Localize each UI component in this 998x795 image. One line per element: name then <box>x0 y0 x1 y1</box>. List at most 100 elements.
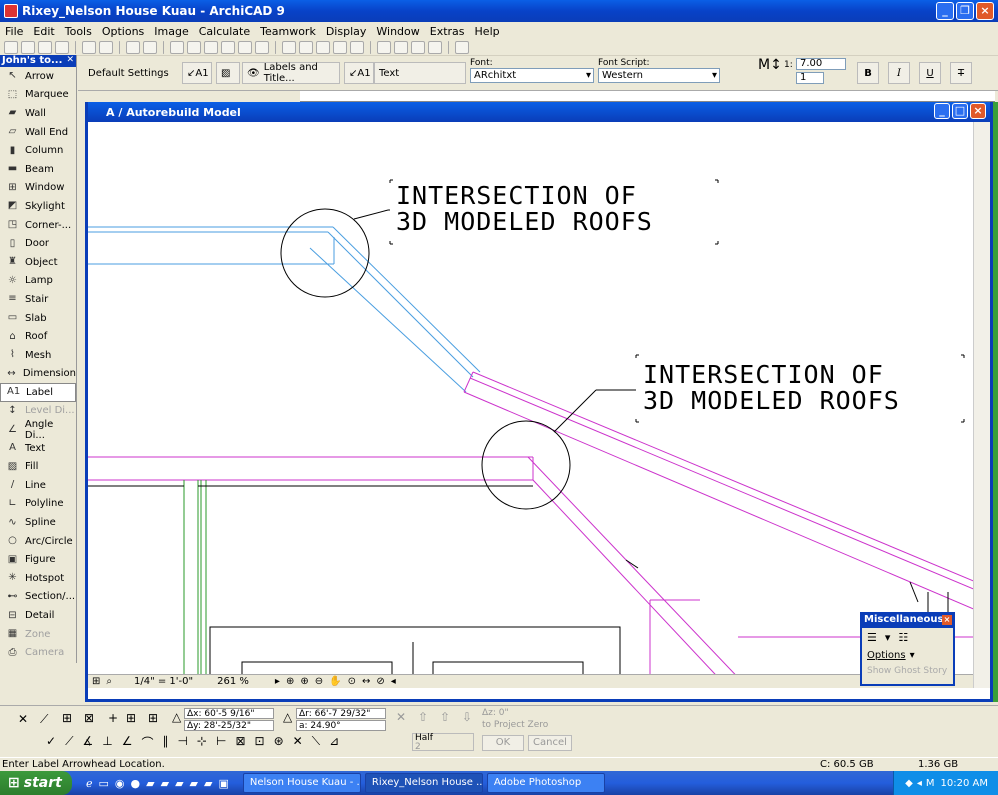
tool-roof[interactable]: ⌂ Roof <box>0 327 76 346</box>
pen-field[interactable]: 1 <box>796 72 824 84</box>
elevation-mid-icon[interactable]: ⇧ <box>440 710 450 724</box>
layout-icon[interactable]: ⊞ <box>92 676 100 687</box>
tool-line[interactable]: / Line <box>0 476 76 495</box>
parallel-icon[interactable]: ∥ <box>162 734 168 751</box>
delta-r-field[interactable]: Δr: 66'-7 29/32" <box>296 708 386 719</box>
tool-arc-circle[interactable]: ○ Arc/Circle <box>0 532 76 551</box>
show-ghost-story-button[interactable]: Show Ghost Story <box>862 664 953 678</box>
delta-x-field[interactable]: Δx: 60'-5 9/16" <box>184 708 274 719</box>
print-icon[interactable] <box>82 41 96 54</box>
tool-window[interactable]: ⊞ Window <box>0 179 76 198</box>
construction-grid-icon[interactable]: ⊞ <box>126 711 136 725</box>
grid-settings-icon[interactable]: ⊠ <box>235 734 245 751</box>
task-nelson-house[interactable]: Nelson House Kuau - ... <box>242 773 361 793</box>
tool-column[interactable]: ▮ Column <box>0 141 76 160</box>
tool-polyline[interactable]: ∟ Polyline <box>0 495 76 514</box>
drag-icon[interactable] <box>221 41 235 54</box>
folder-icon[interactable]: ▰ <box>175 777 183 790</box>
text-size-field[interactable]: 7.00 <box>796 58 846 70</box>
tool-detail[interactable]: ⊟ Detail <box>0 606 76 625</box>
cursor-snap-icon[interactable]: + <box>108 711 118 725</box>
tool-object[interactable]: ♜ Object <box>0 253 76 272</box>
plot-icon[interactable] <box>55 41 69 54</box>
start-button[interactable]: ⊞ start <box>0 771 72 795</box>
tool-hotspot[interactable]: ✳ Hotspot <box>0 569 76 588</box>
tool-zone[interactable]: ▦ Zone <box>0 625 76 644</box>
intersection-icon[interactable]: ✕ <box>293 734 303 751</box>
tangent-icon[interactable]: ⌒ <box>141 734 153 751</box>
ungroup-icon[interactable] <box>187 41 201 54</box>
menu-options[interactable]: Options <box>97 25 149 38</box>
tool-mesh[interactable]: ⌇ Mesh <box>0 346 76 365</box>
layer-settings-icon[interactable]: ☷ <box>898 631 908 644</box>
folder-icon[interactable] <box>455 41 469 54</box>
layer-stack-icon[interactable]: ☰ <box>867 631 877 644</box>
vertical-scrollbar[interactable] <box>973 122 990 688</box>
division-icon[interactable]: ⊢ <box>216 734 226 751</box>
cancel-x-icon[interactable]: ✕ <box>18 712 28 726</box>
options-menu[interactable]: Options <box>867 650 906 661</box>
task-adobe-photoshop[interactable]: Adobe Photoshop <box>486 773 605 793</box>
ok-button[interactable]: OK <box>482 735 524 751</box>
mirror-x-icon[interactable]: ✕ <box>396 710 406 724</box>
minimize-button[interactable]: _ <box>936 2 954 20</box>
close-icon[interactable]: × <box>942 615 952 625</box>
tool-fill[interactable]: ▨ Fill <box>0 457 76 476</box>
layers-icon[interactable] <box>377 41 391 54</box>
label-tool-button[interactable]: ↙A1 <box>182 62 212 84</box>
ruler-icon[interactable]: ⟋ <box>40 712 48 727</box>
navigator-icon[interactable] <box>282 41 296 54</box>
tool-lamp[interactable]: ☼ Lamp <box>0 272 76 291</box>
delta-z-field[interactable]: Δz: 0" <box>480 708 568 719</box>
previous-zoom-icon[interactable]: ↔ <box>362 676 370 687</box>
new-icon[interactable] <box>4 41 18 54</box>
elevation-down-icon[interactable]: ⇩ <box>462 710 472 724</box>
zoom-display[interactable]: 261 % <box>217 676 249 687</box>
zoom-out-icon[interactable] <box>428 41 442 54</box>
tool-section[interactable]: ⊷ Section/... <box>0 588 76 607</box>
menu-extras[interactable]: Extras <box>425 25 470 38</box>
label-type-icon-button[interactable]: ↙A1 <box>344 62 374 84</box>
menu-calculate[interactable]: Calculate <box>194 25 255 38</box>
tool-corner[interactable]: ◳ Corner-... <box>0 216 76 235</box>
tool-door[interactable]: ▯ Door <box>0 234 76 253</box>
lock-icon[interactable] <box>204 41 218 54</box>
rotate-icon[interactable] <box>238 41 252 54</box>
camera-view-icon[interactable] <box>350 41 364 54</box>
scale-display[interactable]: 1/4" = 1'-0" <box>134 676 193 687</box>
restore-button[interactable]: ❐ <box>956 2 974 20</box>
font-select[interactable]: ARchitxt ▾ <box>470 68 594 83</box>
fit-window-icon[interactable]: ⊙ <box>348 676 356 687</box>
bold-button[interactable]: B <box>857 62 879 84</box>
zoom-fit-icon[interactable]: ⊕ <box>286 676 294 687</box>
close-button[interactable]: × <box>976 2 994 20</box>
tool-dimension[interactable]: ↔ Dimension <box>0 365 76 384</box>
half-division-select[interactable]: Half 2 <box>412 733 474 752</box>
tool-label[interactable]: A1 Label <box>0 383 76 402</box>
menu-tools[interactable]: Tools <box>60 25 97 38</box>
next-zoom-icon[interactable]: ⊘ <box>376 676 384 687</box>
annotation-2-line-1[interactable]: INTERSECTION OF <box>643 360 884 389</box>
media-icon[interactable]: ◉ <box>115 777 125 790</box>
tool-wall[interactable]: ▰ Wall <box>0 104 76 123</box>
diagonal-line-icon[interactable]: ⟋ <box>65 734 73 751</box>
chevron-down-icon[interactable]: ▾ <box>885 631 891 644</box>
menu-edit[interactable]: Edit <box>28 25 59 38</box>
folder-icon[interactable]: ▰ <box>190 777 198 790</box>
text-style-button[interactable]: ▨ <box>216 62 240 84</box>
special-snap-icon[interactable]: ⊛ <box>274 734 284 751</box>
tool-camera[interactable]: ⎙ Camera <box>0 643 76 662</box>
font-script-select[interactable]: Western ▾ <box>598 68 720 83</box>
tool-stair[interactable]: ≡ Stair <box>0 290 76 309</box>
mirror-icon[interactable] <box>255 41 269 54</box>
redo-icon[interactable] <box>143 41 157 54</box>
midpoint-icon[interactable]: ⊹ <box>197 734 207 751</box>
offset-icon[interactable]: ⊣ <box>177 734 187 751</box>
tool-text[interactable]: A Text <box>0 439 76 458</box>
menu-image[interactable]: Image <box>149 25 193 38</box>
tool-spline[interactable]: ∿ Spline <box>0 513 76 532</box>
tool-skylight[interactable]: ◩ Skylight <box>0 197 76 216</box>
italic-button[interactable]: I <box>888 62 910 84</box>
folder-icon[interactable]: ▰ <box>146 777 154 790</box>
default-settings-label[interactable]: Default Settings <box>88 68 169 79</box>
